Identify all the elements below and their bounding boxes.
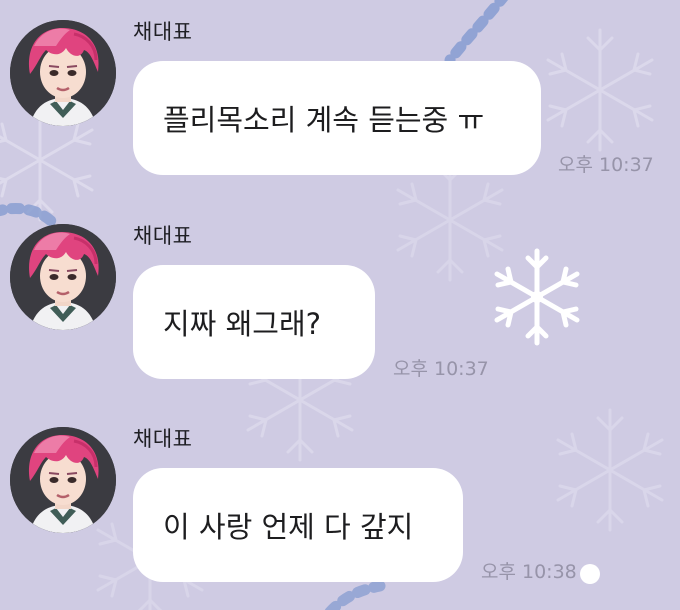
sender-avatar[interactable]: [10, 224, 116, 330]
sender-name: 채대표: [133, 224, 193, 248]
message-text: 플리목소리 계속 듣는중 ㅠ: [163, 103, 485, 137]
message-text: 이 사랑 언제 다 갚지: [163, 510, 414, 544]
sender-name: 채대표: [133, 20, 193, 44]
message-bubble[interactable]: 지짜 왜그래?: [133, 265, 375, 379]
snowflake-icon: [497, 251, 577, 343]
message-time: 오후 10:37: [558, 154, 654, 176]
sender-avatar[interactable]: [10, 427, 116, 533]
sender-name: 채대표: [133, 427, 193, 451]
message-bubble[interactable]: 플리목소리 계속 듣는중 ㅠ: [133, 61, 541, 175]
sender-avatar[interactable]: [10, 20, 116, 126]
message-text: 지짜 왜그래?: [163, 307, 322, 341]
message-time: 오후 10:37: [393, 358, 489, 380]
message-time: 오후 10:38: [481, 561, 577, 583]
message-bubble[interactable]: 이 사랑 언제 다 갚지: [133, 468, 463, 582]
